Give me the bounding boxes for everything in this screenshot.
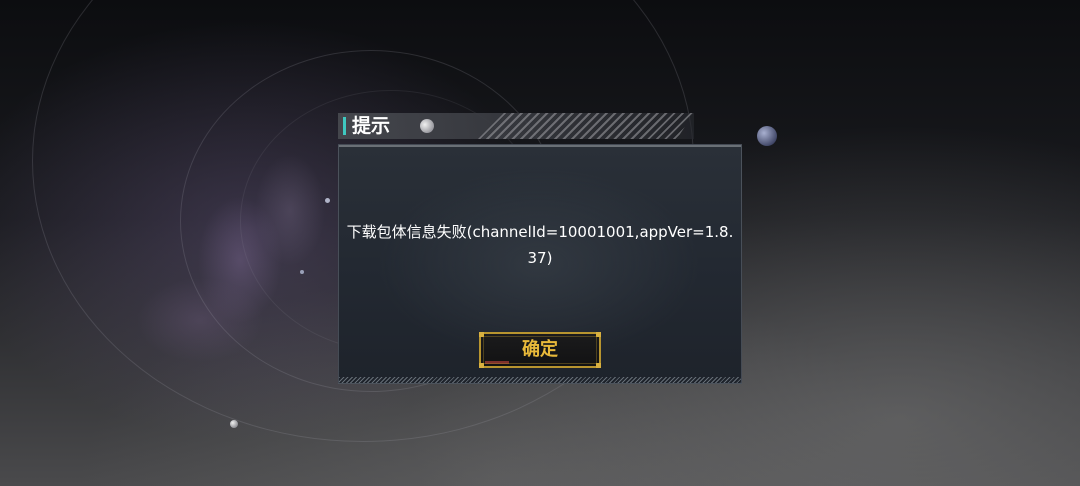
dialog-box: 下载包体信息失败(channelId=10001001,appVer=1.8.3… [338, 144, 742, 384]
planet-icon [230, 420, 238, 428]
dialog-title: 提示 [352, 115, 391, 137]
dialog-title-bar: 提示 [338, 113, 694, 139]
confirm-button-label: 确定 [522, 339, 558, 360]
moon-icon [420, 119, 434, 133]
planet-icon [757, 126, 777, 146]
button-tag-decoration [485, 361, 509, 364]
game-background: 提示 下载包体信息失败(channelId=10001001,appVer=1.… [0, 0, 1080, 486]
dialog-bottom-stripe [339, 377, 741, 383]
title-accent-bar [343, 117, 346, 135]
star-dot [300, 270, 304, 274]
button-corner-decoration [479, 332, 484, 337]
confirm-button[interactable]: 确定 [479, 332, 601, 368]
button-corner-decoration [479, 363, 484, 368]
dialog-message: 下载包体信息失败(channelId=10001001,appVer=1.8.3… [346, 223, 734, 267]
star-dot [325, 198, 330, 203]
button-corner-decoration [596, 332, 601, 337]
title-stripes-decoration [478, 113, 694, 139]
button-corner-decoration [596, 363, 601, 368]
